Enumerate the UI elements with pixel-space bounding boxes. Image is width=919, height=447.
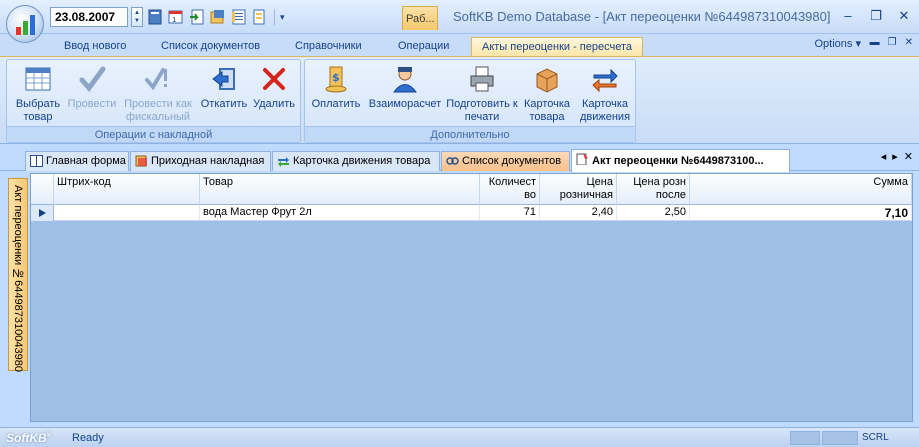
movement-icon [278, 157, 289, 167]
cell-price-after[interactable]: 2,50 [617, 205, 690, 221]
arrows-icon [589, 63, 621, 95]
group-label: Операции с накладной [7, 126, 300, 142]
ribbon-tabs: Ввод нового Список документов Справочник… [0, 34, 919, 56]
list-icon[interactable] [230, 8, 248, 26]
svg-text:$: $ [332, 71, 340, 84]
header-product[interactable]: Товар [200, 174, 480, 205]
status-bar: SoftKB® Ready SCRL [0, 427, 919, 447]
doc-tab-main-form[interactable]: Главная форма [25, 151, 129, 171]
header-price-after[interactable]: Цена розн после [617, 174, 690, 205]
tab-close-icon[interactable]: ✕ [904, 150, 913, 163]
delete-x-icon [258, 63, 290, 95]
rollback-icon [208, 63, 240, 95]
document-tabs: Главная форма Приходная накладная Карточ… [0, 144, 919, 172]
window-title: SoftKB Demo Database - [Акт переоценки №… [453, 9, 831, 24]
group-label: Дополнительно [305, 126, 635, 142]
tab-operations[interactable]: Операции [398, 37, 449, 56]
doc-tab-movement-card[interactable]: Карточка движения товара [272, 151, 440, 171]
toolbar-separator [274, 9, 275, 25]
settlement-button[interactable]: Взаиморасчет [365, 63, 445, 111]
maximize-icon[interactable]: ❐ [869, 8, 883, 24]
tab-references[interactable]: Справочники [295, 37, 362, 56]
cell-retail-price[interactable]: 2,40 [540, 205, 617, 221]
invoice-icon [135, 155, 147, 167]
cell-sum[interactable]: 7,10 [690, 205, 912, 221]
products-grid: Штрих-код Товар Количест во Цена розничн… [30, 173, 913, 422]
act-icon [576, 153, 588, 165]
context-tab[interactable]: Раб... [402, 6, 438, 30]
side-tab-revaluation-act[interactable]: Акт переоценки №644987310043980 [8, 178, 28, 372]
report-icon[interactable] [251, 8, 269, 26]
documents-icon [446, 157, 459, 165]
box-icon [531, 63, 563, 95]
coins-icon: $ [320, 63, 352, 95]
mdi-close-icon[interactable]: ✕ [905, 37, 913, 48]
printer-icon [466, 63, 498, 95]
tab-navigation: ◂ ▸ ✕ [881, 150, 913, 163]
select-product-button[interactable]: Выбрать товар [11, 63, 65, 124]
calendar-icon[interactable]: 1 [167, 8, 185, 26]
date-field[interactable]: 23.08.2007 [50, 7, 128, 27]
doc-tab-receipt-invoice[interactable]: Приходная накладная [130, 151, 271, 171]
export-icon[interactable] [209, 8, 227, 26]
mdi-controls: ▬ ❐ ✕ [870, 37, 913, 48]
post-fiscal-button[interactable]: Провести как фискальный [119, 63, 197, 124]
import-icon[interactable] [188, 8, 206, 26]
brand-logo: SoftKB® [6, 431, 52, 445]
svg-text:1: 1 [172, 16, 176, 24]
movement-card-button[interactable]: Карточка движения [575, 63, 635, 124]
header-sum[interactable]: Сумма [690, 174, 912, 205]
header-selector [31, 174, 54, 205]
group-invoice-operations: Выбрать товар Провести Провести как фиск… [6, 59, 301, 143]
date-spinner[interactable]: ▲ ▼ [131, 7, 143, 27]
rollback-button[interactable]: Откатить [197, 63, 251, 111]
quick-access-toolbar: 23.08.2007 ▲ ▼ 1 ▾ [50, 6, 285, 28]
app-menu-button[interactable] [6, 5, 44, 43]
product-card-button[interactable]: Карточка товара [519, 63, 575, 124]
check-fiscal-icon [142, 63, 174, 95]
tab-document-list[interactable]: Список документов [161, 37, 260, 56]
cell-barcode[interactable] [54, 205, 200, 221]
doc-tab-document-list[interactable]: Список документов [441, 151, 570, 171]
tab-new-entry[interactable]: Ввод нового [64, 37, 126, 56]
window-controls: – ❐ ✕ [841, 8, 911, 24]
cell-quantity[interactable]: 71 [480, 205, 540, 221]
header-barcode[interactable]: Штрих-код [54, 174, 200, 205]
header-retail-price[interactable]: Цена розничная [540, 174, 617, 205]
person-icon [389, 63, 421, 95]
tab-scroll-left-icon[interactable]: ◂ [881, 150, 887, 163]
status-text: Ready [72, 432, 104, 444]
title-bar: 23.08.2007 ▲ ▼ 1 ▾ Раб... SoftKB Demo Dat… [0, 0, 919, 34]
mdi-minimize-icon[interactable]: ▬ [870, 37, 880, 48]
cell-product[interactable]: вода Мастер Фрут 2л [200, 205, 480, 221]
table-row[interactable]: вода Мастер Фрут 2л 71 2,40 2,50 7,10 [31, 205, 912, 221]
form-icon [30, 155, 43, 167]
options-menu[interactable]: Options ▾ [815, 37, 862, 50]
mdi-restore-icon[interactable]: ❐ [888, 37, 897, 48]
tab-scroll-right-icon[interactable]: ▸ [892, 150, 898, 163]
status-panel [790, 431, 820, 445]
scroll-lock-indicator: SCRL [862, 432, 889, 443]
post-button[interactable]: Провести [65, 63, 119, 111]
ribbon-panel: Выбрать товар Провести Провести как фиск… [0, 56, 919, 144]
prepare-print-button[interactable]: Подготовить к печати [445, 63, 519, 124]
status-panel [822, 431, 858, 445]
minimize-icon[interactable]: – [841, 8, 855, 24]
row-selector-icon[interactable] [31, 205, 54, 221]
grid-select-icon [22, 63, 54, 95]
checkmark-icon [76, 63, 108, 95]
pay-button[interactable]: $ Оплатить [307, 63, 365, 111]
header-quantity[interactable]: Количест во [480, 174, 540, 205]
chart-bars-icon [16, 15, 36, 35]
doc-tab-revaluation-act[interactable]: Акт переоценки №6449873100... [571, 149, 790, 172]
group-additional: $ Оплатить Взаиморасчет Подготовить к пе… [304, 59, 636, 143]
close-icon[interactable]: ✕ [897, 8, 911, 24]
grid-header: Штрих-код Товар Количест во Цена розничн… [31, 174, 912, 205]
delete-button[interactable]: Удалить [251, 63, 297, 111]
tab-revaluation-acts[interactable]: Акты переоценки - пересчета [471, 37, 644, 56]
book-icon[interactable] [146, 8, 164, 26]
customize-toolbar-icon[interactable]: ▾ [280, 12, 285, 23]
